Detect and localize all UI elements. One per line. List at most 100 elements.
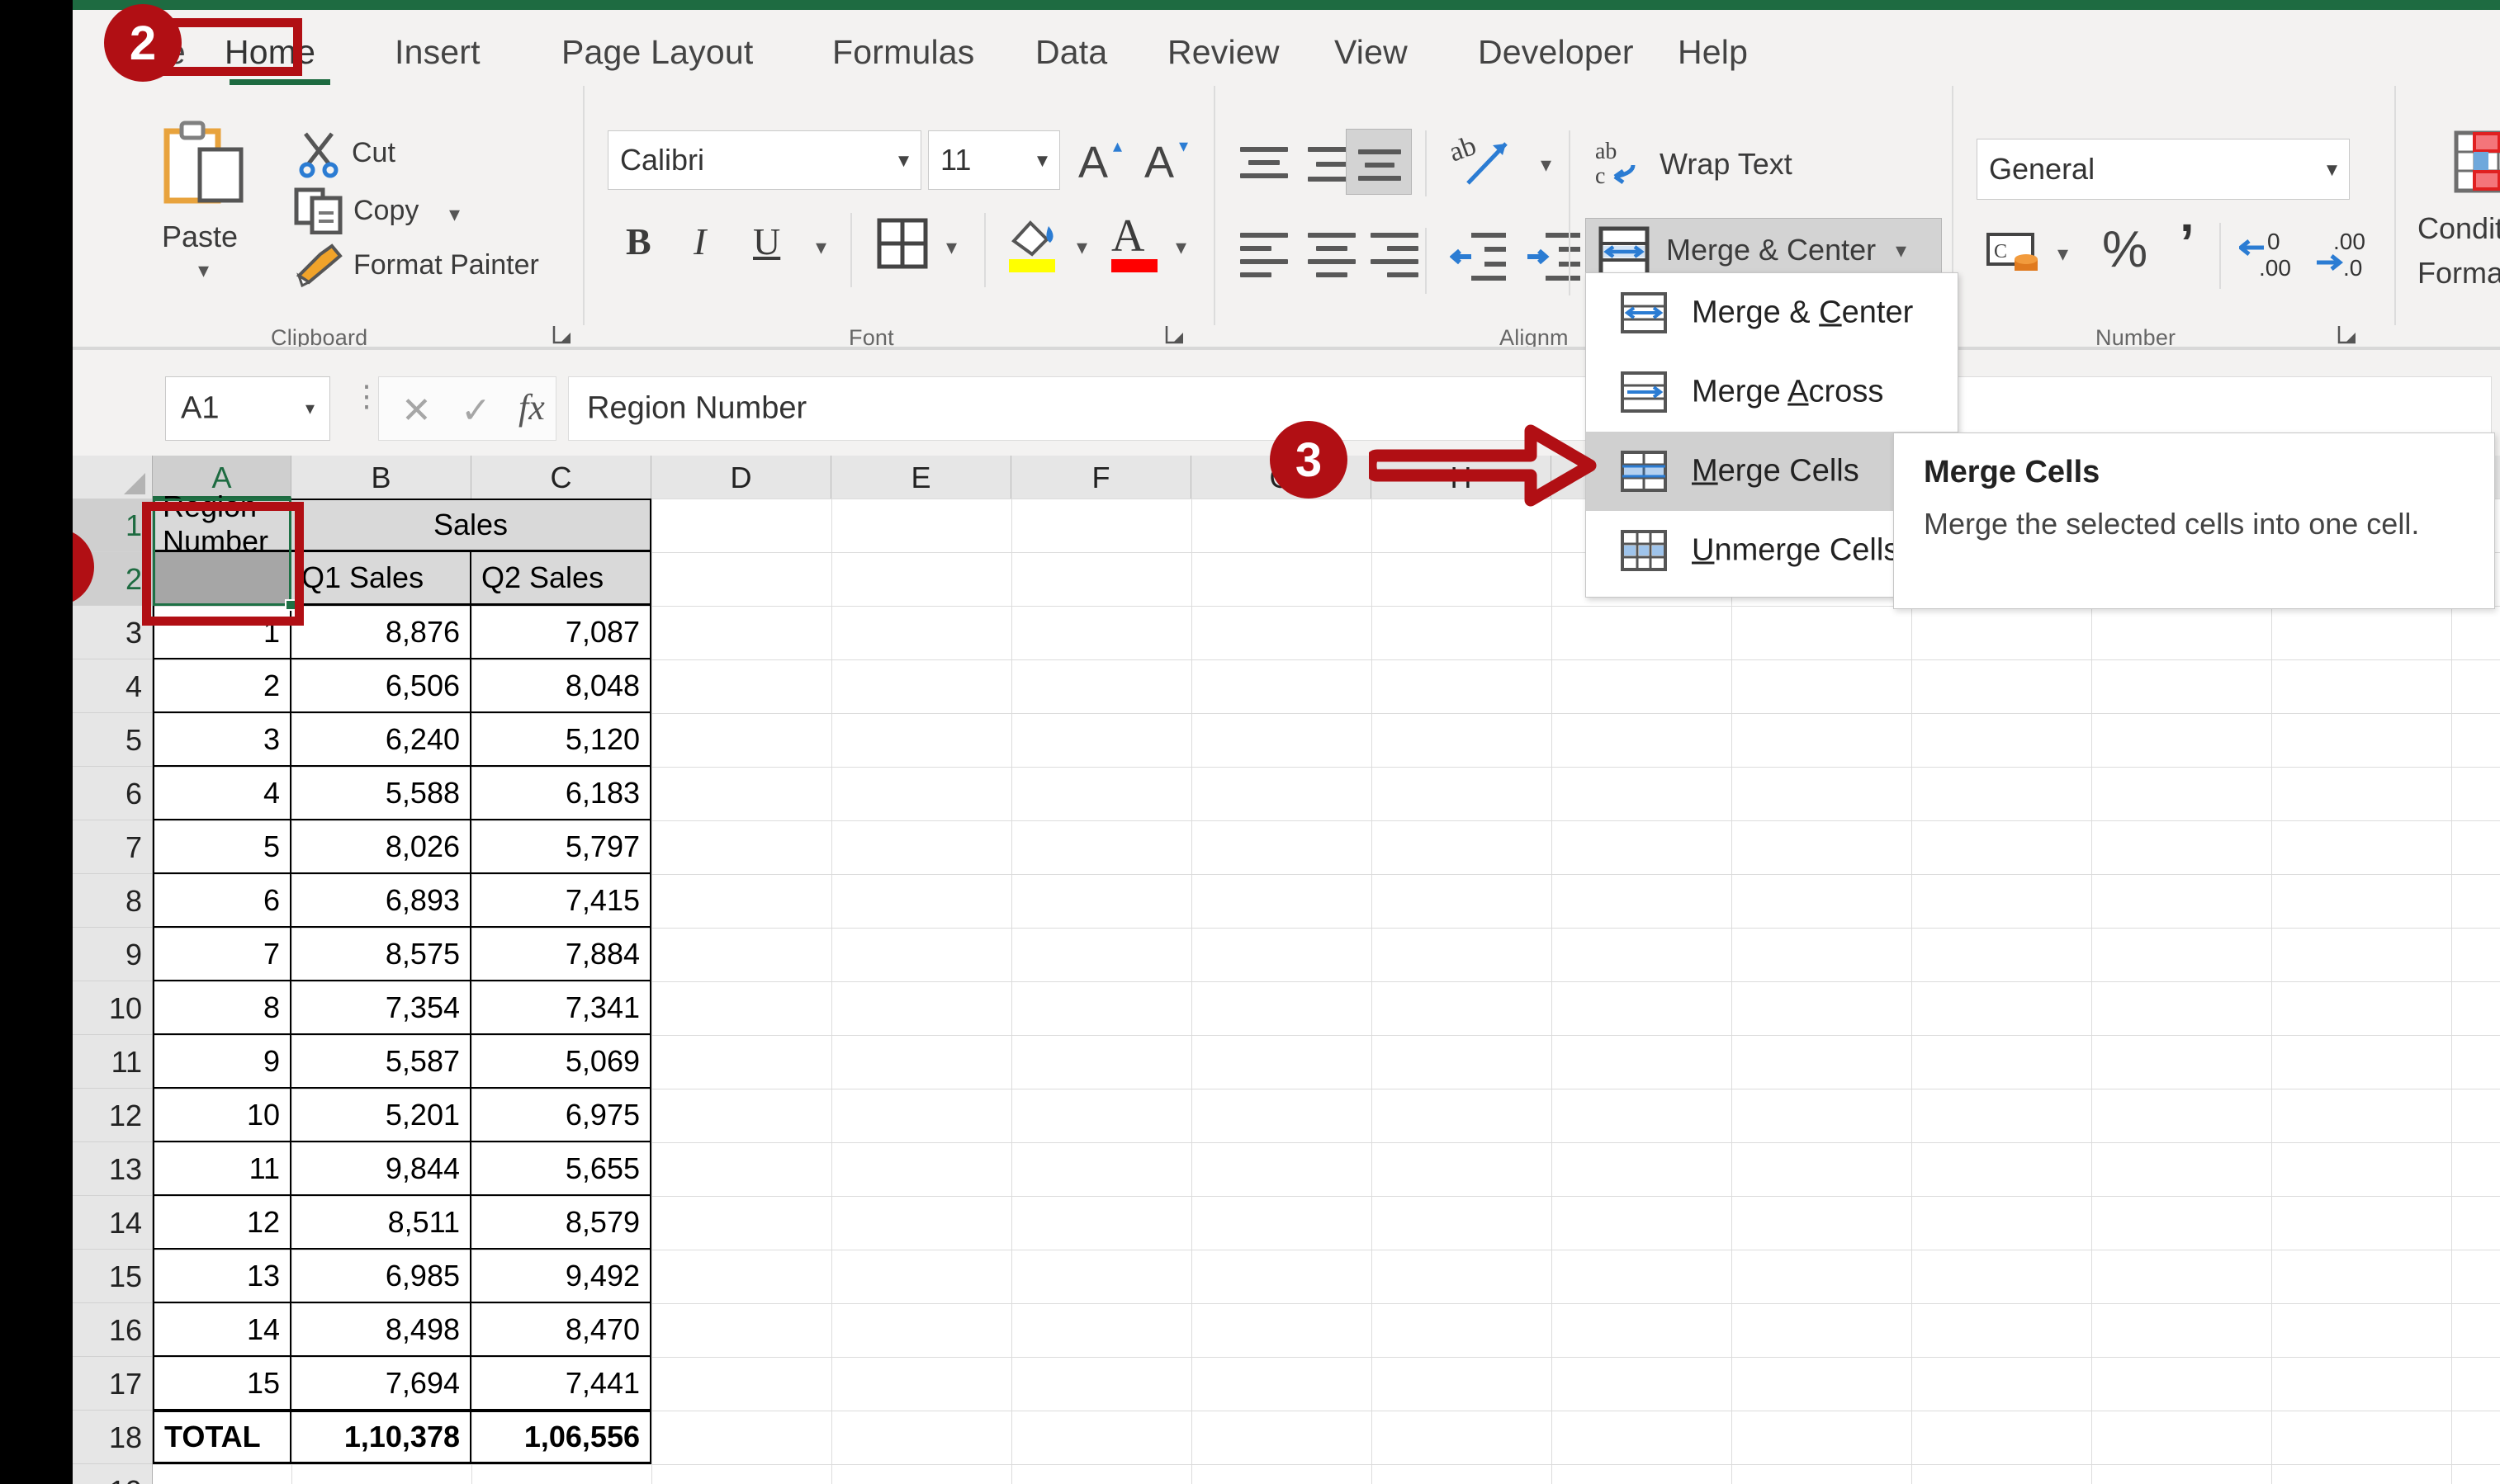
row-header-12[interactable]: 12	[73, 1089, 152, 1142]
grow-font-button[interactable]: A ▴	[1078, 137, 1108, 188]
insert-function-icon[interactable]: fx	[518, 386, 545, 428]
cell-b3[interactable]: 8,876	[291, 606, 471, 659]
percent-style-button[interactable]: %	[2102, 224, 2147, 276]
paste-icon[interactable]	[163, 118, 246, 210]
tab-formulas[interactable]: Formulas	[832, 33, 974, 72]
font-size-combo[interactable]: 11 ▾	[928, 130, 1060, 190]
cell-a4[interactable]: 2	[153, 659, 291, 713]
cell-c13[interactable]: 5,655	[471, 1142, 651, 1196]
cell-b5[interactable]: 6,240	[291, 713, 471, 767]
cell-a8[interactable]: 6	[153, 874, 291, 928]
fill-color-icon[interactable]	[1007, 216, 1058, 258]
row-header-15[interactable]: 15	[73, 1250, 152, 1303]
decrease-decimal-icon[interactable]: .00 .0	[2315, 224, 2381, 282]
cell-b17[interactable]: 7,694	[291, 1357, 471, 1411]
menu-item-merge-and-center[interactable]: Merge & Center	[1586, 273, 1958, 352]
cell-a7[interactable]: 5	[153, 820, 291, 874]
row-header-3[interactable]: 3	[73, 606, 152, 659]
cell-a17[interactable]: 15	[153, 1357, 291, 1411]
row-header-6[interactable]: 6	[73, 767, 152, 820]
cell-c5[interactable]: 5,120	[471, 713, 651, 767]
cut-icon[interactable]	[297, 130, 340, 178]
fill-color-swatch[interactable]	[1009, 259, 1055, 272]
column-header-d[interactable]: D	[651, 456, 831, 499]
cell-a16[interactable]: 14	[153, 1303, 291, 1357]
cell-b14[interactable]: 8,511	[291, 1196, 471, 1250]
align-bottom-button[interactable]	[1346, 129, 1412, 195]
cell-c15[interactable]: 9,492	[471, 1250, 651, 1303]
cell-c9[interactable]: 7,884	[471, 928, 651, 981]
formula-bar-grip[interactable]: ⋮	[352, 388, 381, 404]
row-header-18[interactable]: 18	[73, 1411, 152, 1464]
cell-a10[interactable]: 8	[153, 981, 291, 1035]
format-painter-icon[interactable]	[294, 239, 345, 287]
italic-button[interactable]: I	[694, 220, 706, 263]
copy-label[interactable]: Copy	[353, 195, 419, 227]
cancel-formula-icon[interactable]: ✕	[401, 390, 432, 432]
row-header-5[interactable]: 5	[73, 713, 152, 767]
conditional-formatting-label-line1[interactable]: Conditional	[2417, 211, 2500, 246]
orientation-icon[interactable]: ab	[1451, 132, 1518, 191]
cell-b2-q1-header[interactable]: Q1 Sales	[291, 552, 471, 606]
row-header-14[interactable]: 14	[73, 1196, 152, 1250]
align-right-button[interactable]	[1366, 228, 1423, 286]
column-header-c[interactable]: C	[471, 456, 651, 499]
clipboard-dialog-launcher-icon[interactable]	[552, 324, 573, 345]
row-header-10[interactable]: 10	[73, 981, 152, 1035]
cell-b8[interactable]: 6,893	[291, 874, 471, 928]
bold-button[interactable]: B	[626, 220, 651, 263]
tab-view[interactable]: View	[1334, 33, 1408, 72]
paste-label[interactable]: Paste	[162, 220, 238, 254]
cell-a5[interactable]: 3	[153, 713, 291, 767]
shrink-font-button[interactable]: A ▾	[1144, 137, 1174, 188]
align-top-button[interactable]	[1235, 139, 1293, 196]
cell-a18-total-label[interactable]: TOTAL	[153, 1411, 291, 1464]
cell-c14[interactable]: 8,579	[471, 1196, 651, 1250]
tab-review[interactable]: Review	[1167, 33, 1280, 72]
cell-c16[interactable]: 8,470	[471, 1303, 651, 1357]
cell-a15[interactable]: 13	[153, 1250, 291, 1303]
increase-decimal-icon[interactable]: 0 .00	[2239, 224, 2305, 282]
cell-b18-total-q1[interactable]: 1,10,378	[291, 1411, 471, 1464]
name-box-chevron-down-icon[interactable]: ▾	[305, 398, 315, 419]
select-all-corner[interactable]	[73, 456, 153, 499]
column-header-b[interactable]: B	[291, 456, 471, 499]
cell-c2-q2-header[interactable]: Q2 Sales	[471, 552, 651, 606]
underline-chevron-down-icon[interactable]: ▾	[816, 236, 826, 258]
borders-chevron-down-icon[interactable]: ▾	[946, 236, 957, 258]
cell-b12[interactable]: 5,201	[291, 1089, 471, 1142]
column-header-f[interactable]: F	[1011, 456, 1191, 499]
cell-c6[interactable]: 6,183	[471, 767, 651, 820]
row-header-17[interactable]: 17	[73, 1357, 152, 1411]
number-format-chevron-down-icon[interactable]: ▾	[2327, 157, 2337, 182]
tab-page-layout[interactable]: Page Layout	[561, 33, 753, 72]
cell-c17[interactable]: 7,441	[471, 1357, 651, 1411]
paste-chevron-down-icon[interactable]: ▾	[198, 259, 209, 281]
enter-formula-icon[interactable]: ✓	[461, 390, 491, 432]
font-dialog-launcher-icon[interactable]	[1164, 324, 1186, 345]
tab-insert[interactable]: Insert	[395, 33, 481, 72]
align-center-button[interactable]	[1303, 228, 1361, 286]
cell-c18-total-q2[interactable]: 1,06,556	[471, 1411, 651, 1464]
tab-data[interactable]: Data	[1035, 33, 1107, 72]
copy-icon[interactable]	[294, 187, 343, 234]
cell-a9[interactable]: 7	[153, 928, 291, 981]
orientation-chevron-down-icon[interactable]: ▾	[1541, 154, 1551, 175]
increase-indent-icon[interactable]	[1524, 231, 1584, 284]
cell-c11[interactable]: 5,069	[471, 1035, 651, 1089]
comma-style-button[interactable]: ’	[2180, 216, 2195, 269]
cell-a6[interactable]: 4	[153, 767, 291, 820]
accounting-number-format-icon[interactable]: C	[1986, 231, 2044, 279]
cell-a13[interactable]: 11	[153, 1142, 291, 1196]
cell-b6[interactable]: 5,588	[291, 767, 471, 820]
accounting-chevron-down-icon[interactable]: ▾	[2057, 243, 2068, 264]
cell-c12[interactable]: 6,975	[471, 1089, 651, 1142]
wrap-text-label[interactable]: Wrap Text	[1660, 147, 1792, 182]
cell-b7[interactable]: 8,026	[291, 820, 471, 874]
cell-b10[interactable]: 7,354	[291, 981, 471, 1035]
underline-button[interactable]: U	[753, 220, 780, 263]
number-dialog-launcher-icon[interactable]	[2337, 324, 2358, 345]
fill-color-chevron-down-icon[interactable]: ▾	[1077, 236, 1087, 258]
tab-developer[interactable]: Developer	[1478, 33, 1634, 72]
name-box[interactable]: A1 ▾	[165, 376, 330, 441]
